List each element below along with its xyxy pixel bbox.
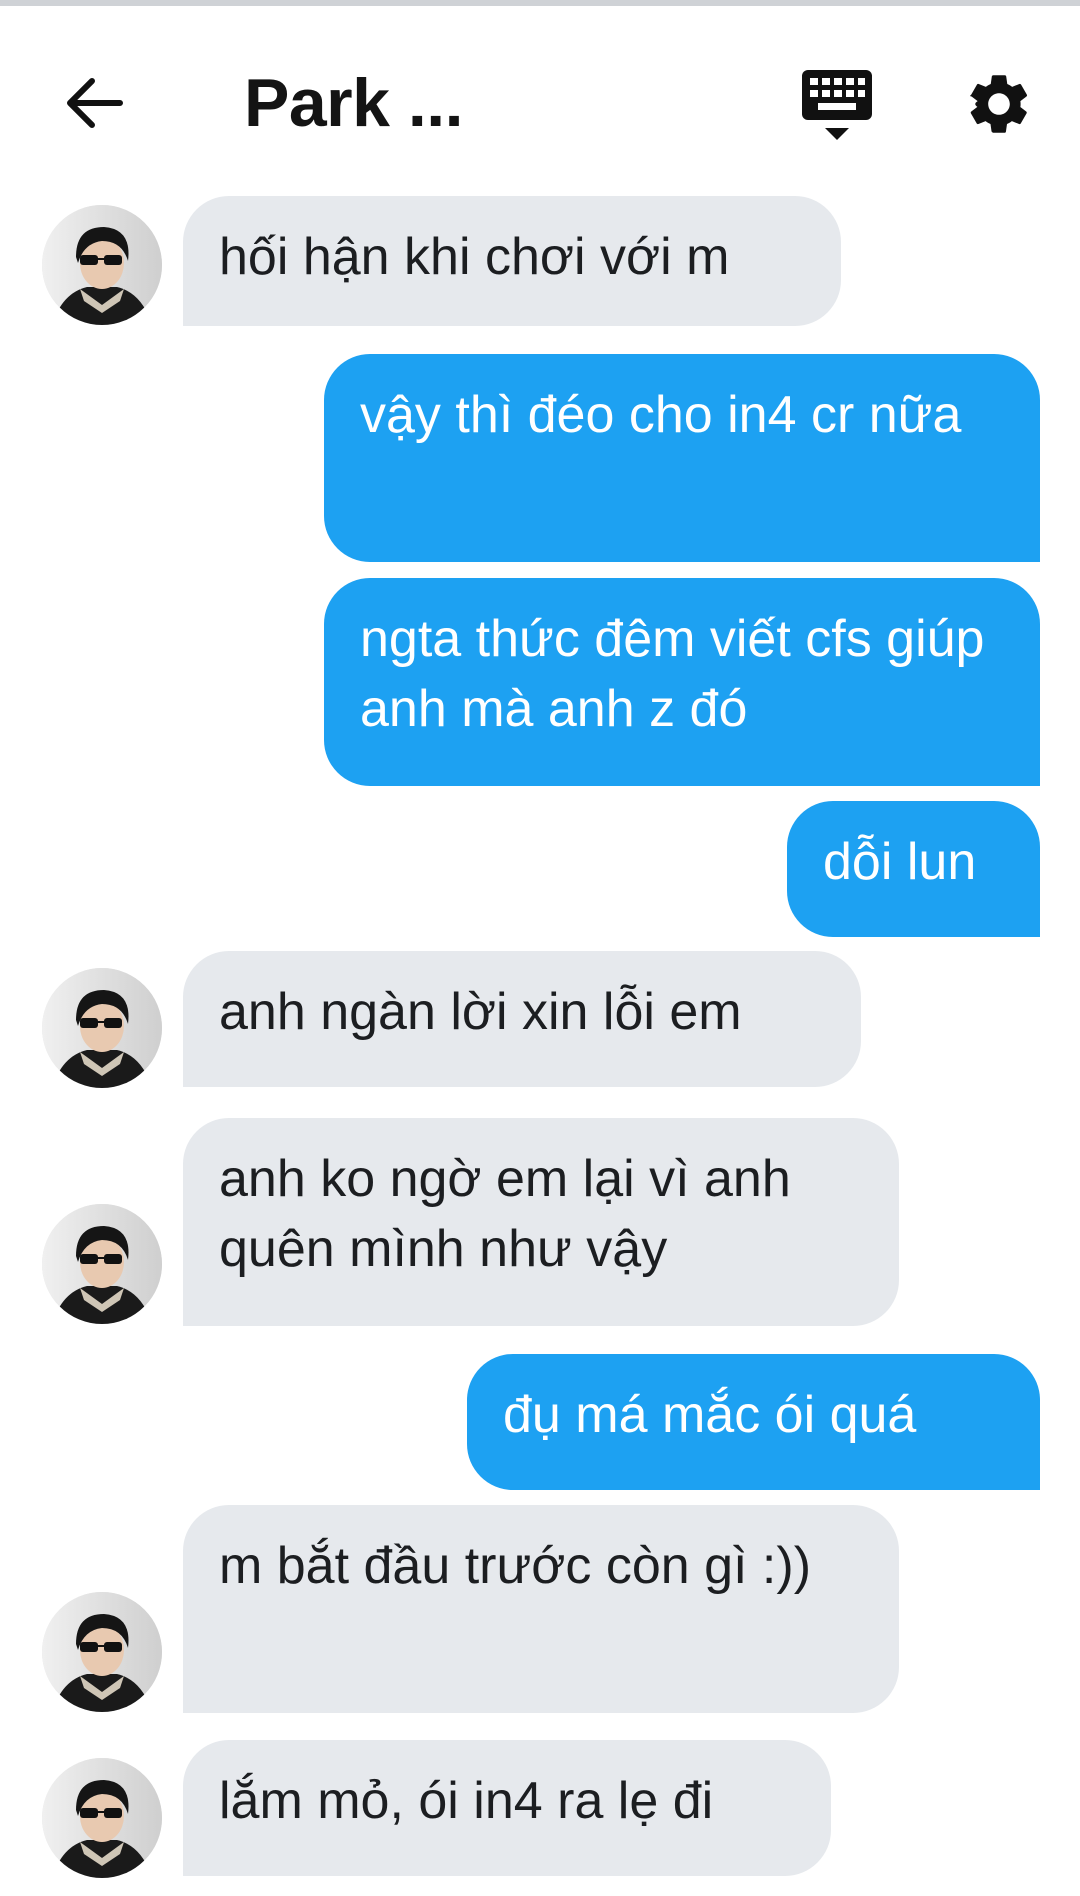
incoming-message[interactable]: anh ngàn lời xin lỗi em — [183, 951, 861, 1087]
outgoing-message[interactable]: dỗi lun — [787, 801, 1040, 937]
back-arrow-icon — [67, 78, 123, 128]
message-text: hối hận khi chơi với m — [219, 228, 730, 286]
message-text: đụ má mắc ói quá — [503, 1386, 917, 1444]
message-text: vậy thì đéo cho in4 cr nữa — [360, 386, 962, 444]
back-button[interactable] — [60, 68, 130, 138]
contact-avatar[interactable] — [42, 205, 162, 325]
keyboard-button[interactable] — [800, 68, 874, 148]
incoming-message[interactable]: lắm mỏ, ói in4 ra lẹ đi — [183, 1740, 831, 1876]
message-text: ngta thức đêm viết cfs giúp anh mà anh z… — [360, 610, 985, 738]
contact-avatar[interactable] — [42, 1204, 162, 1324]
message-text: anh ko ngờ em lại vì anh quên mình như v… — [219, 1150, 791, 1278]
message-text: lắm mỏ, ói in4 ra lẹ đi — [219, 1772, 714, 1830]
contact-avatar[interactable] — [42, 968, 162, 1088]
incoming-message[interactable]: hối hận khi chơi với m — [183, 196, 841, 326]
outgoing-message[interactable]: đụ má mắc ói quá — [467, 1354, 1040, 1490]
keyboard-icon — [802, 70, 872, 140]
message-text: m bắt đầu trước còn gì :)) — [219, 1537, 812, 1595]
outgoing-message[interactable]: vậy thì đéo cho in4 cr nữa — [324, 354, 1040, 562]
conversation-title[interactable]: Park ... — [244, 64, 464, 142]
message-text: dỗi lun — [823, 833, 977, 891]
gear-icon — [970, 75, 1028, 133]
incoming-message[interactable]: m bắt đầu trước còn gì :)) — [183, 1505, 899, 1713]
message-text: anh ngàn lời xin lỗi em — [219, 983, 742, 1041]
incoming-message[interactable]: anh ko ngờ em lại vì anh quên mình như v… — [183, 1118, 899, 1326]
outgoing-message[interactable]: ngta thức đêm viết cfs giúp anh mà anh z… — [324, 578, 1040, 786]
chat-header: Park ... — [0, 6, 1080, 186]
contact-avatar[interactable] — [42, 1758, 162, 1878]
contact-avatar[interactable] — [42, 1592, 162, 1712]
settings-button[interactable] — [963, 68, 1035, 140]
